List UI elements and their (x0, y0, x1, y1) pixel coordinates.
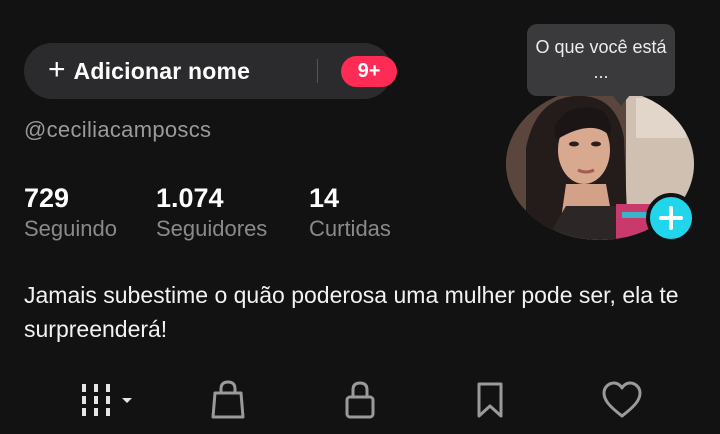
status-bubble-tail (612, 95, 630, 106)
profile-page: + Adicionar nome 9+ @ceciliacamposcs 729… (0, 0, 720, 434)
following-count: 729 (24, 183, 70, 213)
add-name-button[interactable]: + Adicionar nome 9+ (24, 43, 397, 99)
username: @ceciliacamposcs (24, 117, 212, 142)
bookmark-icon (477, 382, 503, 418)
stat-following[interactable]: 729 Seguindo (24, 183, 117, 242)
tab-shop[interactable] (202, 375, 254, 425)
heart-icon (602, 381, 642, 418)
videos-grid-icon (82, 384, 132, 416)
stat-likes[interactable]: 14 Curtidas (309, 183, 391, 242)
add-name-label: Adicionar nome (73, 57, 251, 84)
tab-liked[interactable] (596, 375, 648, 425)
likes-count: 14 (309, 183, 340, 213)
following-label: Seguindo (24, 216, 117, 242)
likes-label: Curtidas (309, 216, 391, 242)
followers-label: Seguidores (156, 216, 268, 242)
status-bubble[interactable]: O que você está ... (527, 24, 675, 96)
add-avatar-button[interactable] (646, 193, 696, 243)
chevron-down-icon (122, 398, 132, 403)
profile-bio: Jamais subestime o quão poderosa uma mul… (24, 282, 679, 342)
stat-followers[interactable]: 1.074 Seguidores (156, 183, 267, 242)
tab-videos[interactable] (68, 375, 140, 425)
pill-divider (317, 59, 318, 83)
notification-badge[interactable]: 9+ (341, 56, 397, 87)
plus-icon: + (48, 52, 66, 86)
shopping-bag-icon (211, 380, 245, 419)
followers-count: 1.074 (156, 183, 224, 213)
tab-saved[interactable] (466, 375, 514, 425)
tab-private[interactable] (334, 375, 386, 425)
lock-icon (345, 381, 375, 419)
plus-icon (659, 206, 683, 230)
